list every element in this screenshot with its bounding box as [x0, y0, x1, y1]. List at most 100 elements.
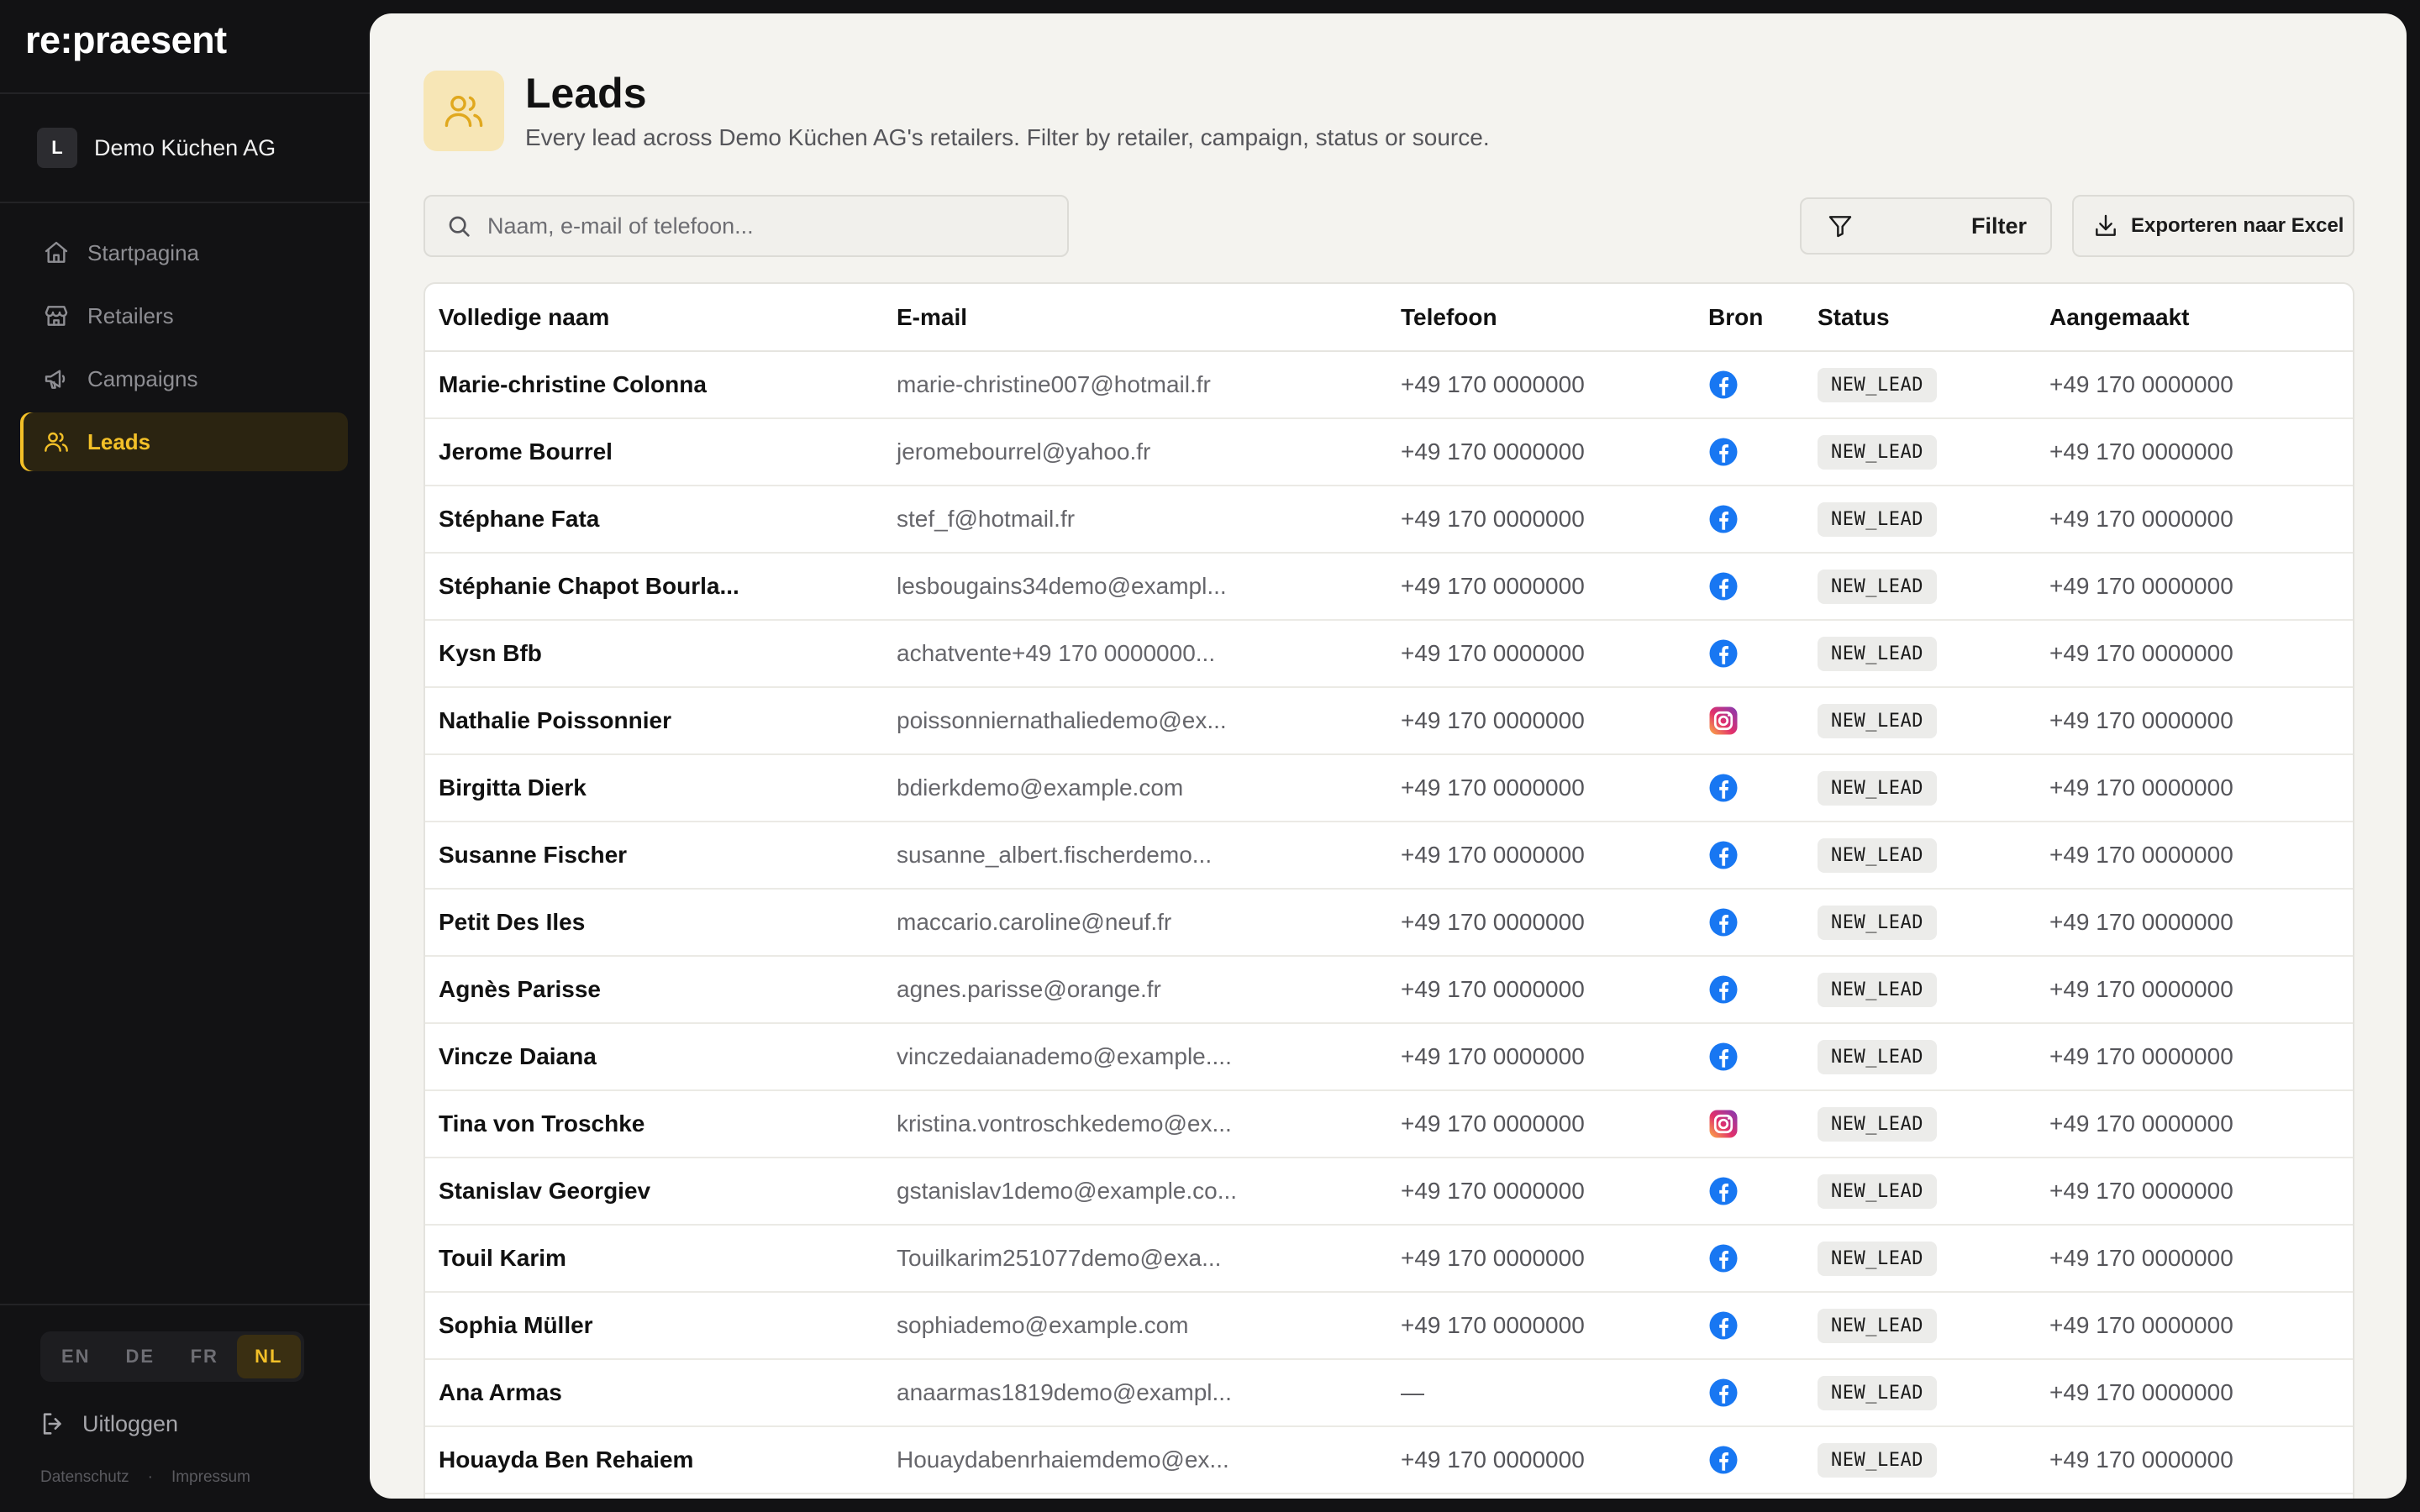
lead-email: sophiademo@example.com — [883, 1292, 1387, 1360]
search-input[interactable] — [487, 213, 1059, 239]
filter-label: Filter — [1970, 213, 2027, 239]
lead-source — [1695, 1225, 1804, 1293]
org-switcher[interactable]: L Demo Küchen AG — [37, 128, 276, 168]
lead-email: stef_f@hotmail.fr — [883, 486, 1387, 554]
language-fr-button[interactable]: FR — [172, 1335, 237, 1378]
table-row[interactable]: Stéphanie Chapot Bourla... lesbougains34d… — [425, 553, 2353, 621]
table-row[interactable]: Nathalie Poissonnier poissonniernathalied… — [425, 687, 2353, 755]
lead-created: +49 170 0000000 — [2036, 486, 2353, 554]
lead-source — [1695, 553, 1804, 621]
status-badge: NEW_LEAD — [1818, 636, 1937, 671]
lead-status: NEW_LEAD — [1804, 822, 2036, 890]
table-row[interactable]: Marie-christine Colonna marie-christine00… — [425, 351, 2353, 419]
language-en-button[interactable]: EN — [44, 1335, 108, 1378]
sidebar-item-label: Campaigns — [87, 365, 198, 391]
table-row[interactable]: Stanislav Georgiev gstanislav1demo@exampl… — [425, 1158, 2353, 1226]
table-row[interactable]: Touil Karim Touilkarim251077demo@exa... +4… — [425, 1225, 2353, 1293]
facebook-icon — [1708, 1378, 1804, 1408]
lead-source — [1695, 1090, 1804, 1158]
column-header-email[interactable]: E-mail — [883, 284, 1387, 352]
download-icon — [2096, 214, 2116, 236]
sidebar-divider — [0, 202, 370, 203]
lead-name: Petit Des Iles — [425, 889, 883, 957]
main-panel: Leads Every lead across Demo Küchen AG's… — [370, 13, 2407, 1499]
lead-name: Kysn Bfb — [425, 620, 883, 688]
table-row[interactable]: Petit Des Iles maccario.caroline@neuf.fr +… — [425, 889, 2353, 957]
sidebar-item-leads[interactable]: Leads — [20, 412, 348, 471]
language-nl-button[interactable]: NL — [236, 1335, 301, 1378]
sidebar-divider — [0, 92, 370, 94]
page-header-icon — [424, 71, 504, 151]
logout-button[interactable]: Uitloggen — [39, 1410, 178, 1438]
sidebar: re:praesent L Demo Küchen AG Startpagina… — [0, 0, 370, 1512]
language-de-button[interactable]: DE — [108, 1335, 173, 1378]
lead-phone: +49 170 0000000 — [1387, 687, 1695, 755]
facebook-icon — [1708, 907, 1804, 937]
lead-phone: +49 170 0000000 — [1387, 754, 1695, 822]
table-row[interactable]: Sophia Müller sophiademo@example.com +49 1… — [425, 1292, 2353, 1360]
facebook-icon — [1708, 370, 1804, 400]
filter-button[interactable]: Filter — [1800, 197, 2052, 255]
lead-status: NEW_LEAD — [1804, 1158, 2036, 1226]
facebook-icon — [1708, 638, 1804, 669]
lead-source — [1695, 418, 1804, 486]
export-label: Exporteren naar Excel — [2131, 214, 2344, 237]
lead-email: poissonniernathaliedemo@ex... — [883, 687, 1387, 755]
lead-created: +49 170 0000000 — [2036, 956, 2353, 1024]
megaphone-icon — [42, 365, 71, 393]
column-header-name[interactable]: Volledige naam — [425, 284, 883, 352]
column-header-status[interactable]: Status — [1804, 284, 2036, 352]
imprint-link[interactable]: Impressum — [171, 1468, 250, 1487]
lead-name: Nathalie Poissonnier — [425, 687, 883, 755]
sidebar-item-campaigns[interactable]: Campaigns — [20, 349, 348, 408]
table-row[interactable]: Kysn Bfb achatvente+49 170 0000000... +49 … — [425, 620, 2353, 688]
page-subtitle: Every lead across Demo Küchen AG's retai… — [525, 124, 1490, 150]
lead-source — [1695, 1023, 1804, 1091]
lead-source — [1695, 1292, 1804, 1360]
lead-created: +49 170 0000000 — [2036, 351, 2353, 419]
status-badge: NEW_LEAD — [1818, 972, 1937, 1007]
lead-created: +49 170 0000000 — [2036, 1225, 2353, 1293]
table-row[interactable]: Birgitta Dierk bdierkdemo@example.com +49 … — [425, 754, 2353, 822]
users-icon — [42, 428, 71, 456]
lead-status: NEW_LEAD — [1804, 351, 2036, 419]
sidebar-item-startpagina[interactable]: Startpagina — [20, 223, 348, 282]
lead-email: bdierkdemo@example.com — [883, 754, 1387, 822]
table-row[interactable]: Ana Armas anaarmas1819demo@exampl... — NEW_… — [425, 1359, 2353, 1427]
lead-created: +49 170 0000000 — [2036, 1023, 2353, 1091]
lead-status: NEW_LEAD — [1804, 418, 2036, 486]
instagram-icon — [1708, 1109, 1804, 1139]
lead-source — [1695, 620, 1804, 688]
sidebar-item-label: Retailers — [87, 302, 174, 328]
lead-email: maccario.caroline@neuf.fr — [883, 889, 1387, 957]
table-row[interactable]: Susanne Fischer susanne_albert.fischerdem… — [425, 822, 2353, 890]
sidebar-item-retailers[interactable]: Retailers — [20, 286, 348, 345]
table-row[interactable]: Vincze Daiana vinczedaianademo@example...… — [425, 1023, 2353, 1091]
lead-name: Ana Armas — [425, 1359, 883, 1427]
table-row[interactable]: Houayda Ben Rehaiem Houaydabenrhaiemdemo@… — [425, 1426, 2353, 1494]
page-title: Leads — [525, 70, 647, 117]
lead-phone: +49 170 0000000 — [1387, 889, 1695, 957]
table-row[interactable]: Jerome Bourrel jeromebourrel@yahoo.fr +49 … — [425, 418, 2353, 486]
column-header-phone[interactable]: Telefoon — [1387, 284, 1695, 352]
filter-icon — [1828, 216, 1852, 238]
table-row[interactable]: Stéphane Fata stef_f@hotmail.fr +49 170 00… — [425, 486, 2353, 554]
facebook-icon — [1708, 1042, 1804, 1072]
table-row[interactable]: Tina von Troschke kristina.vontroschkedem… — [425, 1090, 2353, 1158]
privacy-link[interactable]: Datenschutz — [40, 1468, 129, 1487]
column-header-created[interactable]: Aangemaakt — [2036, 284, 2353, 352]
status-badge: NEW_LEAD — [1818, 501, 1937, 537]
lead-status: NEW_LEAD — [1804, 754, 2036, 822]
lead-source — [1695, 486, 1804, 554]
lead-email: agnes.parisse@orange.fr — [883, 956, 1387, 1024]
export-excel-button[interactable]: Exporteren naar Excel — [2072, 195, 2354, 257]
table-header-row: Volledige naam E-mail Telefoon Bron Stat… — [425, 284, 2353, 352]
facebook-icon — [1708, 1176, 1804, 1206]
brand-logo[interactable]: re:praesent — [25, 18, 227, 62]
status-badge: NEW_LEAD — [1818, 770, 1937, 806]
table-row[interactable]: Agnès Parisse agnes.parisse@orange.fr +49 … — [425, 956, 2353, 1024]
column-header-source[interactable]: Bron — [1695, 284, 1804, 352]
lead-status: NEW_LEAD — [1804, 620, 2036, 688]
lead-name: Jerome Bourrel — [425, 418, 883, 486]
lead-name: Marie-christine Colonna — [425, 351, 883, 419]
